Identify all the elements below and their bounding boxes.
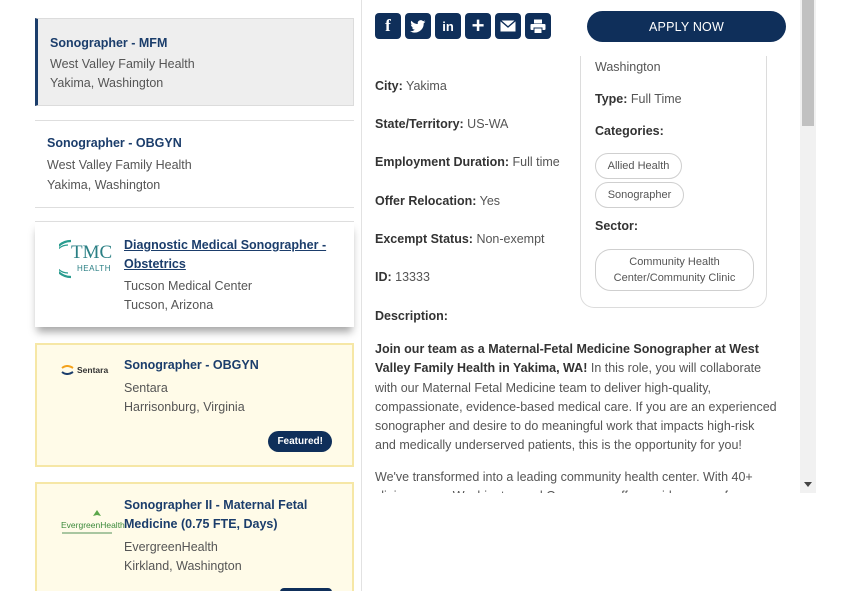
relocation-field: Offer Relocation: Yes (375, 194, 500, 208)
job-title-line-2[interactable]: Medicine (0.75 FTE, Days) (124, 515, 278, 534)
logo-text: TMC (71, 242, 113, 263)
scroll-down-arrow-icon[interactable] (804, 482, 812, 487)
evergreen-leaf-icon (93, 510, 101, 516)
job-card[interactable]: Sonographer - OBGYN West Valley Family H… (35, 120, 354, 208)
exempt-value: Non-exempt (476, 232, 545, 246)
id-value: 13333 (395, 270, 430, 284)
state-label: State/Territory: (375, 117, 464, 131)
twitter-icon[interactable] (405, 13, 431, 39)
job-company: Tucson Medical Center (124, 279, 253, 293)
detail-scrollbar[interactable] (800, 0, 816, 493)
job-title[interactable]: Sonographer - OBGYN (47, 134, 182, 153)
exempt-label: Excempt Status: (375, 232, 473, 246)
job-card-featured[interactable]: EvergreenHealth Sonographer II - Materna… (35, 482, 354, 591)
state-value: US-WA (467, 117, 509, 131)
description-heading: Description: (375, 309, 448, 323)
job-location: Tucson, Arizona (124, 298, 214, 312)
logo-subtext: HEALTH (77, 264, 111, 273)
print-icon[interactable] (525, 13, 551, 39)
relocation-value: Yes (479, 194, 501, 208)
type-label: Type: (595, 92, 628, 106)
type-field: Type: Full Time (595, 92, 682, 106)
duration-label: Employment Duration: (375, 155, 510, 169)
company-logo: EvergreenHealth (61, 510, 125, 536)
featured-badge: Featured! (268, 431, 332, 452)
job-location: Kirkland, Washington (124, 559, 242, 573)
duration-value: Full time (512, 155, 560, 169)
category-pill[interactable]: Sonographer (595, 182, 684, 208)
city-label: City: (375, 79, 403, 93)
sector-pill[interactable]: Community Health Center/Community Clinic (595, 249, 754, 291)
duration-field: Employment Duration: Full time (375, 155, 560, 169)
scrollbar-thumb[interactable] (802, 0, 814, 126)
linkedin-icon[interactable]: in (435, 13, 461, 39)
category-pill[interactable]: Allied Health (595, 153, 682, 179)
relocation-label: Offer Relocation: (375, 194, 477, 208)
categories-label: Categories: (595, 124, 664, 138)
job-title[interactable]: Sonographer - MFM (50, 34, 167, 53)
job-company: Sentara (124, 381, 168, 395)
share-plus-icon[interactable]: + (465, 13, 491, 39)
job-title-line-1[interactable]: Sonographer II - Maternal Fetal (124, 496, 307, 515)
company-logo: Sentara (61, 363, 115, 377)
job-card-featured[interactable]: Sentara Sonographer - OBGYN Sentara Harr… (35, 343, 354, 467)
job-title-line-2[interactable]: Obstetrics (124, 255, 186, 274)
sentara-logo-icon (61, 365, 74, 375)
job-detail-panel: f in + APPLY NOW City: Yakima State/Terr… (362, 0, 816, 493)
exempt-field: Excempt Status: Non-exempt (375, 232, 545, 246)
sector-line-1: Community Health (629, 256, 720, 268)
description-paragraph-2: We've transformed into a leading communi… (375, 470, 753, 493)
job-title[interactable]: Sonographer - OBGYN (124, 356, 259, 375)
sector-label: Sector: (595, 219, 639, 233)
job-location: Yakima, Washington (50, 76, 164, 90)
job-card[interactable]: TMC HEALTH Diagnostic Medical Sonographe… (35, 221, 354, 327)
share-toolbar: f in + (375, 13, 551, 39)
job-location: Harrisonburg, Virginia (124, 400, 245, 414)
job-company: West Valley Family Health (50, 57, 195, 71)
job-company: West Valley Family Health (47, 158, 192, 172)
state-field: State/Territory: US-WA (375, 117, 508, 131)
type-value: Full Time (630, 92, 682, 106)
job-location: Yakima, Washington (47, 178, 161, 192)
facebook-icon[interactable]: f (375, 13, 401, 39)
logo-text: EvergreenHealth (61, 520, 125, 530)
id-label: ID: (375, 270, 392, 284)
logo-tagline (62, 532, 112, 534)
logo-text: Sentara (77, 365, 109, 375)
location-tail: Washington (595, 60, 661, 74)
city-field: City: Yakima (375, 79, 447, 93)
company-logo: TMC HEALTH (51, 238, 113, 280)
city-value: Yakima (406, 79, 447, 93)
description-paragraph-1: Join our team as a Maternal-Fetal Medici… (375, 340, 777, 456)
description-label: Description: (375, 309, 448, 323)
apply-now-button[interactable]: APPLY NOW (587, 11, 786, 42)
job-card-selected[interactable]: Sonographer - MFM West Valley Family Hea… (35, 18, 354, 106)
email-icon[interactable] (495, 13, 521, 39)
sector-line-2: Center/Community Clinic (613, 272, 736, 284)
job-title-line-1[interactable]: Diagnostic Medical Sonographer - (124, 236, 326, 255)
job-list: Sonographer - MFM West Valley Family Hea… (0, 0, 362, 591)
job-summary-box: Washington Type: Full Time Categories: A… (580, 56, 767, 308)
job-company: EvergreenHealth (124, 540, 218, 554)
id-field: ID: 13333 (375, 270, 430, 284)
